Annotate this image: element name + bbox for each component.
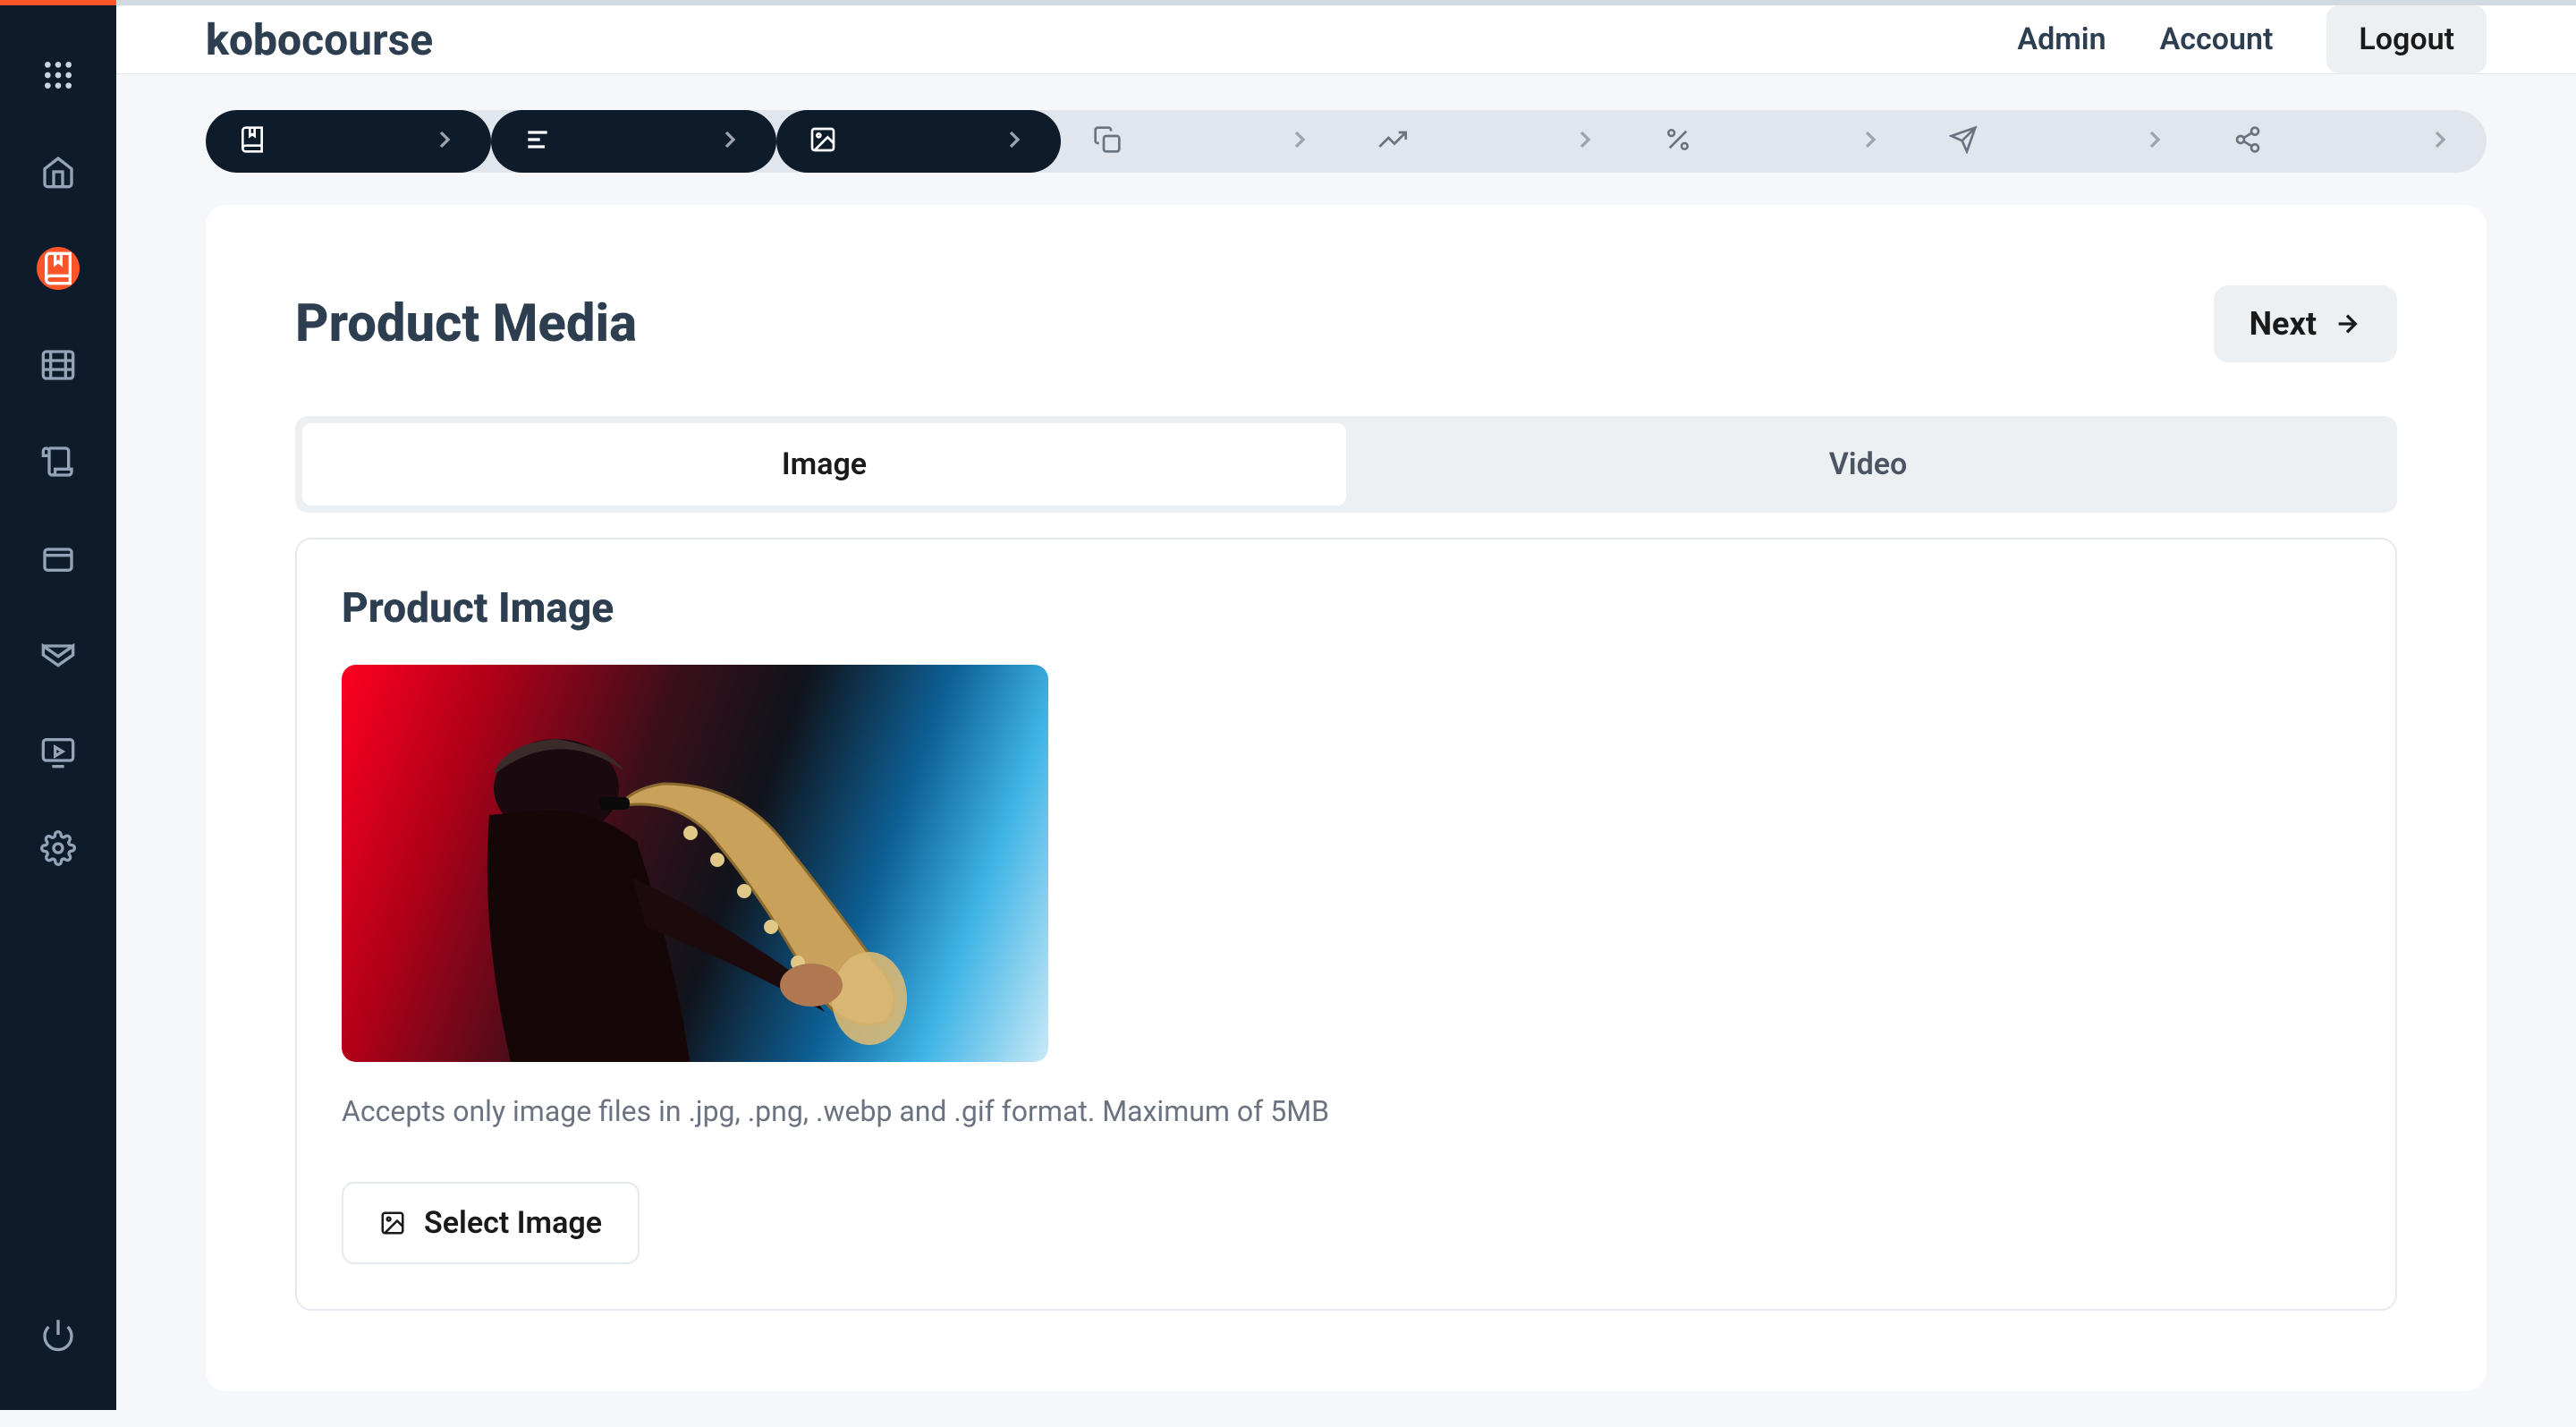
product-image-preview <box>342 665 1048 1062</box>
power-icon[interactable] <box>37 1313 80 1356</box>
tab-image[interactable]: Image <box>302 423 1346 505</box>
logo-bold: kobo <box>206 14 301 65</box>
chevron-right-icon <box>2140 125 2169 157</box>
logo-rest: course <box>301 14 433 65</box>
nav-admin[interactable]: Admin <box>2017 21 2106 57</box>
send-icon <box>1949 125 1978 157</box>
step-pages[interactable] <box>1061 110 1346 173</box>
chevron-right-icon <box>716 125 744 157</box>
step-media[interactable] <box>776 110 1062 173</box>
percent-icon <box>1664 125 1692 157</box>
wallet-icon[interactable] <box>37 537 80 580</box>
select-image-button[interactable]: Select Image <box>342 1182 640 1264</box>
image-icon <box>379 1210 406 1236</box>
nav-account[interactable]: Account <box>2160 21 2274 57</box>
panel-image: Product Image <box>295 538 2397 1311</box>
film-icon[interactable] <box>37 344 80 386</box>
step-analytics[interactable] <box>1346 110 1631 173</box>
tab-video[interactable]: Video <box>1346 423 2390 505</box>
panel-title: Product Image <box>342 584 2351 633</box>
top-bar: kobocourse Admin Account Logout <box>116 0 2576 74</box>
card: Product Media Next Image Video Product I… <box>206 205 2487 1391</box>
image-icon <box>809 125 837 157</box>
logo[interactable]: kobocourse <box>206 14 433 65</box>
arrow-right-icon <box>2333 310 2361 338</box>
chevron-right-icon <box>1000 125 1029 157</box>
settings-icon[interactable] <box>37 827 80 870</box>
saxophone-player-image <box>404 699 986 1062</box>
step-delivery[interactable] <box>1917 110 2202 173</box>
next-button[interactable]: Next <box>2214 285 2397 362</box>
chevron-right-icon <box>1856 125 1885 157</box>
share-icon <box>2233 125 2262 157</box>
step-product-info[interactable] <box>206 110 491 173</box>
trending-up-icon <box>1378 125 1407 157</box>
next-button-label: Next <box>2250 305 2317 343</box>
chevron-right-icon <box>1571 125 1599 157</box>
chevron-right-icon <box>1285 125 1314 157</box>
mail-icon[interactable] <box>37 633 80 676</box>
step-pricing[interactable] <box>1631 110 1917 173</box>
logout-button[interactable]: Logout <box>2326 5 2487 73</box>
video-play-icon[interactable] <box>37 730 80 773</box>
stepper <box>206 110 2487 173</box>
helper-text: Accepts only image files in .jpg, .png, … <box>342 1094 2351 1128</box>
select-image-label: Select Image <box>424 1205 602 1241</box>
scroll-icon[interactable] <box>37 440 80 483</box>
left-rail <box>0 0 116 1410</box>
book-bookmark-icon <box>238 125 267 157</box>
tabs: Image Video <box>295 416 2397 513</box>
align-left-icon <box>523 125 552 157</box>
page-title: Product Media <box>295 293 637 354</box>
copy-icon <box>1093 125 1122 157</box>
apps-icon[interactable] <box>37 54 80 97</box>
home-icon[interactable] <box>37 150 80 193</box>
rail-accent <box>0 0 116 5</box>
step-description[interactable] <box>491 110 776 173</box>
bookmark-icon[interactable] <box>37 247 80 290</box>
step-share[interactable] <box>2201 110 2487 173</box>
chevron-right-icon <box>2426 125 2454 157</box>
chevron-right-icon <box>430 125 459 157</box>
